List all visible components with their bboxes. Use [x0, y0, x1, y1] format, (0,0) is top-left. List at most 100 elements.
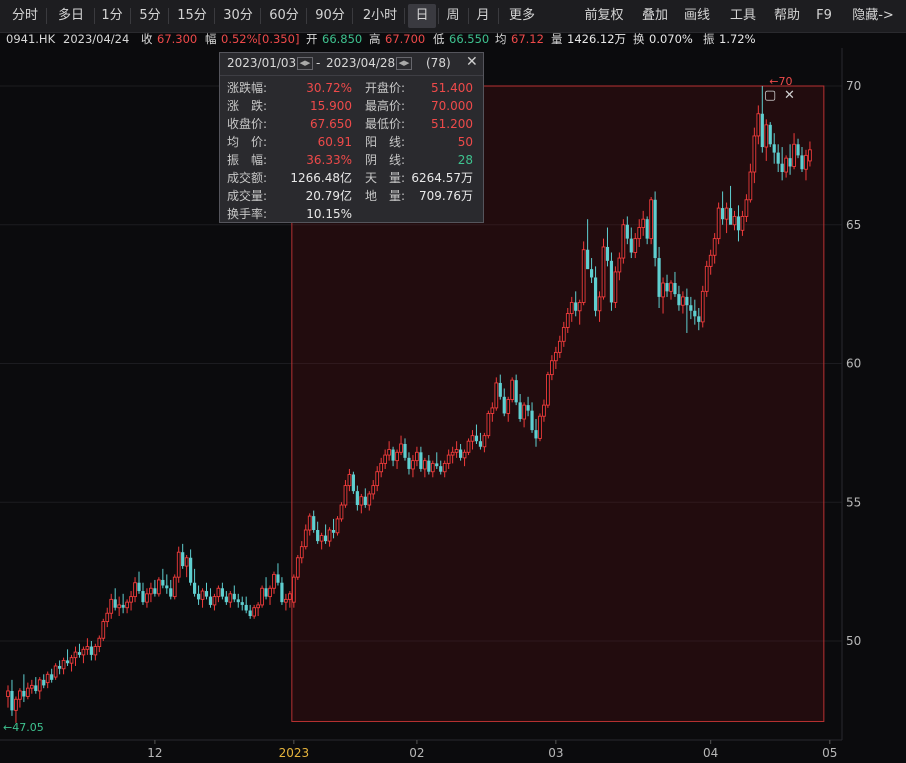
toolbar-separator	[352, 8, 353, 24]
period-button-4[interactable]: 15分	[172, 4, 212, 28]
candle-body-down	[196, 593, 201, 600]
period-button-10[interactable]: 周	[440, 4, 466, 28]
candle-body-down	[780, 163, 784, 173]
candle-body-up	[494, 382, 499, 409]
candle-body-up	[621, 224, 626, 259]
candle-body-down	[204, 591, 209, 597]
candle-body-down	[625, 224, 629, 239]
candle-body-up	[45, 673, 50, 684]
candle-body-up	[327, 529, 332, 542]
candle-body-up	[542, 404, 546, 417]
stat-label: 振 幅:	[227, 153, 268, 167]
toolbar-right-button-2[interactable]: 画线	[678, 4, 716, 28]
period-button-7[interactable]: 90分	[310, 4, 350, 28]
candle-body-up	[792, 143, 796, 167]
candle-body-down	[331, 530, 336, 533]
period-button-8[interactable]: 2小时	[358, 4, 402, 28]
candle-body-up	[724, 207, 729, 220]
candle-body-up	[446, 454, 451, 464]
period-button-11[interactable]: 月	[470, 4, 496, 28]
range-header: 2023/01/03 ◀▶ - 2023/04/28 ◀▶ (78) ✕	[220, 53, 483, 76]
toolbar-separator	[438, 8, 439, 24]
period-button-2[interactable]: 1分	[96, 4, 128, 28]
x-tick-label: 03	[548, 746, 563, 760]
x-tick-label: 12	[147, 746, 162, 760]
candle-body-up	[37, 679, 42, 692]
stat-label: 最低价:	[365, 117, 406, 131]
candle-body-up	[359, 496, 364, 506]
candle-body-up	[347, 474, 352, 487]
amp-value: 0.52%[0.350]	[221, 32, 300, 46]
candle-body-up	[299, 546, 304, 559]
candle-body-down	[165, 585, 169, 589]
candle-body-up	[482, 435, 487, 448]
period-button-12[interactable]: 更多	[502, 4, 542, 28]
candle-body-up	[522, 404, 526, 420]
stat-row-right-1: 最高价: 70.000	[365, 97, 473, 115]
toolbar-right-button-4[interactable]: 帮助	[768, 4, 806, 28]
candle-body-up	[506, 399, 511, 414]
candle-body-up	[295, 557, 300, 578]
candle-body-up	[61, 659, 66, 670]
y-tick-label: 65	[846, 218, 861, 232]
stat-label: 成交量:	[227, 189, 268, 203]
candle-body-down	[244, 604, 248, 611]
stat-value: 15.900	[310, 99, 352, 113]
stat-value: 28	[457, 153, 473, 167]
candle-body-down	[514, 380, 518, 403]
toolbar-right-button-0[interactable]: 前复权	[578, 4, 630, 28]
close-selection-icon[interactable]: ✕	[784, 88, 795, 103]
candle-body-down	[220, 588, 224, 597]
close-label: 收	[141, 32, 153, 46]
candle-body-up	[577, 301, 582, 312]
candle-body-up	[708, 254, 713, 267]
period-button-9[interactable]: 日	[408, 4, 436, 28]
toolbar-right-button-1[interactable]: 叠加	[636, 4, 674, 28]
period-button-5[interactable]: 30分	[218, 4, 258, 28]
candle-body-down	[65, 660, 70, 664]
stat-value: 51.400	[431, 81, 473, 95]
candle-body-up	[200, 590, 205, 600]
candle-body-up	[109, 598, 114, 614]
candle-body-up	[748, 171, 753, 201]
x-tick-label: 2023	[279, 746, 310, 760]
min-value-annotation: ←47.05	[3, 721, 44, 734]
period-button-6[interactable]: 60分	[264, 4, 304, 28]
toolbar-right-button-3[interactable]: 工具	[724, 4, 762, 28]
candle-body-up	[216, 587, 221, 598]
toolbar-separator	[498, 8, 499, 24]
candle-body-down	[605, 246, 610, 261]
y-tick-label: 50	[846, 634, 861, 648]
toolbar-separator	[214, 8, 215, 24]
candle-body-down	[403, 443, 407, 458]
toolbar-right-button-6[interactable]: 隐藏->	[846, 4, 900, 28]
candle-body-up	[335, 518, 340, 534]
candle-body-up	[462, 451, 467, 459]
stat-label: 天 量:	[365, 171, 406, 185]
close-panel-icon[interactable]: ✕	[466, 54, 478, 70]
candle-body-down	[137, 582, 141, 592]
end-stepper-icon[interactable]: ◀▶	[396, 57, 412, 70]
period-button-1[interactable]: 多日	[50, 4, 92, 28]
vol-label: 量	[551, 32, 563, 46]
candle-body-up	[704, 265, 709, 292]
maximize-icon[interactable]: ▢	[764, 88, 776, 103]
candle-body-up	[371, 485, 376, 495]
candle-body-up	[69, 657, 74, 664]
candle-body-up	[637, 227, 642, 240]
toolbar-right-button-5[interactable]: F9	[812, 4, 836, 28]
candle-body-up	[145, 593, 149, 603]
candle-body-up	[554, 351, 558, 362]
candle-body-up	[268, 587, 272, 598]
stat-label: 涨跌幅:	[227, 81, 268, 95]
period-button-0[interactable]: 分时	[6, 4, 44, 28]
start-stepper-icon[interactable]: ◀▶	[297, 57, 313, 70]
period-button-3[interactable]: 5分	[134, 4, 166, 28]
candle-body-down	[439, 466, 443, 472]
stat-value: 20.79亿	[305, 189, 352, 203]
stat-value: 51.200	[431, 117, 473, 131]
stat-label: 均 价:	[227, 135, 268, 149]
candle-body-down	[280, 582, 284, 603]
stat-row-right-3: 阳 线: 50	[365, 133, 473, 151]
candle-body-up	[716, 207, 721, 240]
